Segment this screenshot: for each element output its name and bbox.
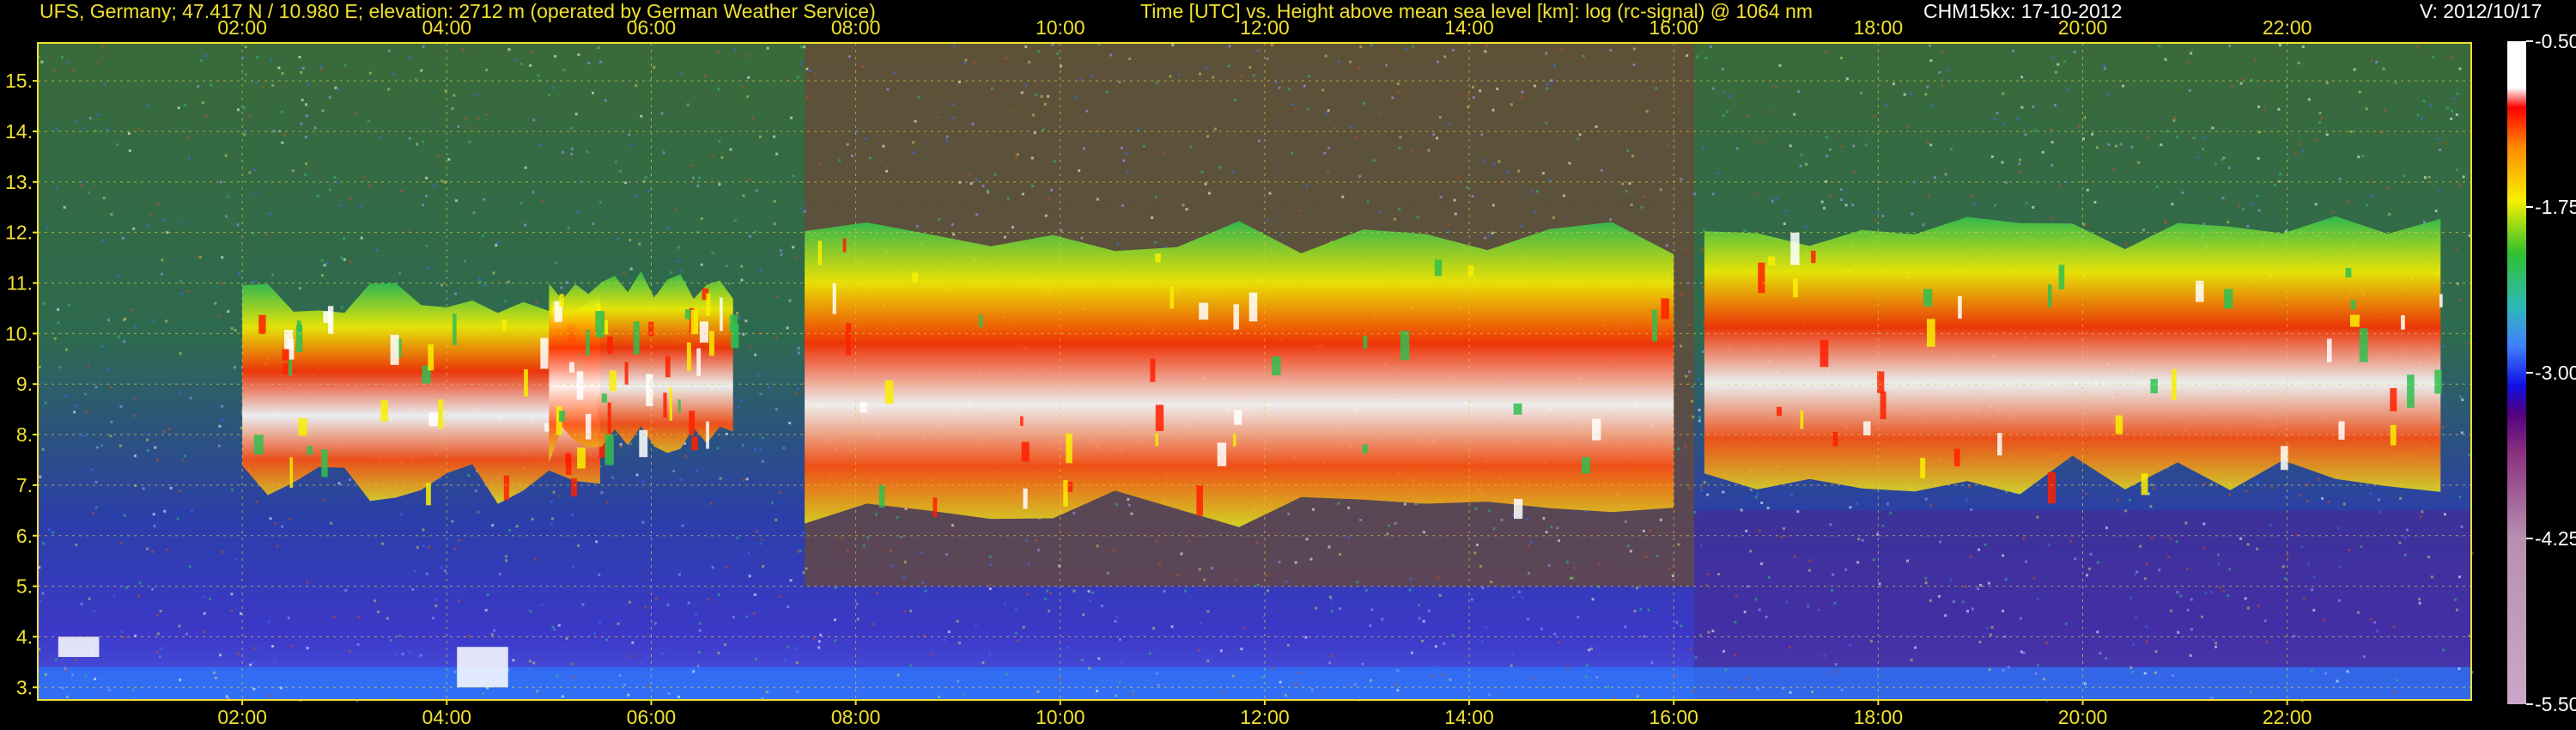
x-tick-label-bottom: 10:00 bbox=[1036, 706, 1085, 728]
x-tick-label-top: 08:00 bbox=[831, 16, 881, 39]
colorbar-label: -1.75 bbox=[2535, 196, 2576, 218]
x-tick-label-bottom: 16:00 bbox=[1649, 706, 1698, 728]
y-tick-label: 5. bbox=[16, 575, 33, 598]
x-tick-label-bottom: 20:00 bbox=[2058, 706, 2108, 728]
y-tick-label: 8. bbox=[16, 423, 33, 446]
low-cloud-1 bbox=[58, 636, 100, 657]
x-tick-label-bottom: 04:00 bbox=[422, 706, 472, 728]
x-tick-label-top: 18:00 bbox=[1854, 16, 1904, 39]
y-tick-label: 4. bbox=[16, 625, 33, 648]
colorbar-label: -4.25 bbox=[2535, 527, 2576, 550]
x-tick-label-top: 16:00 bbox=[1649, 16, 1698, 39]
colorbar-label: -5.50 bbox=[2535, 693, 2576, 715]
y-tick-label: 13. bbox=[5, 171, 33, 193]
x-tick-label-top: 06:00 bbox=[627, 16, 677, 39]
x-tick-label-top: 12:00 bbox=[1240, 16, 1290, 39]
x-tick-label-top: 04:00 bbox=[422, 16, 472, 39]
x-tick-label-top: 22:00 bbox=[2263, 16, 2312, 39]
colorbar-label: -0.50 bbox=[2535, 30, 2576, 52]
x-tick-label-bottom: 14:00 bbox=[1444, 706, 1494, 728]
x-tick-label-top: 10:00 bbox=[1036, 16, 1085, 39]
x-tick-label-bottom: 12:00 bbox=[1240, 706, 1290, 728]
x-tick-label-bottom: 08:00 bbox=[831, 706, 881, 728]
cloud-layer-3 bbox=[805, 221, 1674, 527]
y-tick-label: 14. bbox=[5, 120, 33, 143]
y-tick-label: 9. bbox=[16, 373, 33, 395]
x-tick-label-top: 14:00 bbox=[1444, 16, 1494, 39]
cloud-layer-1 bbox=[242, 283, 600, 504]
low-cloud-2 bbox=[457, 647, 508, 688]
y-tick-label: 7. bbox=[16, 474, 33, 496]
y-tick-label: 3. bbox=[16, 676, 33, 698]
colorbar bbox=[2507, 41, 2526, 704]
y-tick-label: 6. bbox=[16, 525, 33, 547]
x-tick-label-bottom: 22:00 bbox=[2263, 706, 2312, 728]
colorbar-label: -3.00 bbox=[2535, 362, 2576, 384]
y-tick-label: 15. bbox=[5, 70, 33, 92]
y-tick-label: 11. bbox=[7, 272, 33, 295]
x-tick-label-bottom: 06:00 bbox=[627, 706, 677, 728]
x-tick-label-bottom: 02:00 bbox=[217, 706, 267, 728]
x-tick-label-top: 02:00 bbox=[217, 16, 267, 39]
ceilometer-heatmap: 02:00 02:00 04:00 04:00 06:00 06:00 08:00 08:00… bbox=[5, 16, 2576, 728]
x-tick-label-top: 20:00 bbox=[2058, 16, 2108, 39]
y-tick-label: 12. bbox=[5, 222, 33, 244]
y-tick-label: 10. bbox=[5, 322, 33, 344]
x-tick-label-bottom: 18:00 bbox=[1854, 706, 1904, 728]
